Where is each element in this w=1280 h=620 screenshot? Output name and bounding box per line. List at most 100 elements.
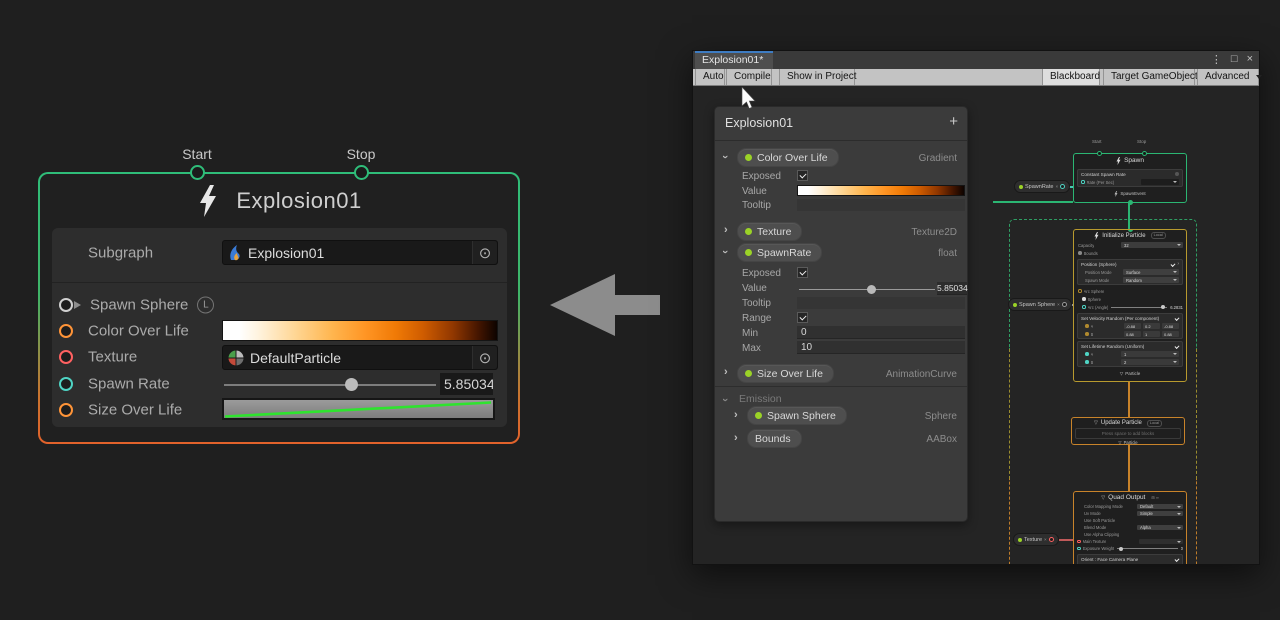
vec-y-field[interactable]: 1 xyxy=(1143,331,1160,337)
spawn-sphere-port[interactable] xyxy=(59,298,73,312)
spawn-context-node[interactable]: Spawn Constant Spawn Rate Rate (Per Sec)… xyxy=(1073,153,1187,203)
chevron-right-icon[interactable]: › xyxy=(724,367,728,377)
window-menu-icon[interactable]: ⋮ xyxy=(1211,53,1222,66)
advanced-dropdown-button[interactable]: Advanced xyxy=(1197,69,1259,85)
quad-output-node[interactable]: ▽ Quad Output ⊞ ∞ Color Mapping Mode Def… xyxy=(1073,491,1187,564)
param-pill-texture[interactable]: Texture xyxy=(737,222,802,241)
block-set-lifetime-random[interactable]: Set Lifetime Random (Uniform) A 1 B 2 xyxy=(1077,341,1183,367)
arc-angle-port[interactable] xyxy=(1082,305,1086,309)
graph-param-spawnrate[interactable]: SpawnRate × xyxy=(1014,180,1070,193)
auto-button[interactable]: Auto xyxy=(695,69,725,85)
window-close-icon[interactable]: × xyxy=(1247,53,1253,66)
chevron-down-icon[interactable]: › xyxy=(720,155,730,159)
chevron-right-icon[interactable]: › xyxy=(724,225,728,235)
min-field[interactable]: 0 xyxy=(797,326,965,339)
gradient-value-field[interactable] xyxy=(797,185,965,196)
chevron-down-icon[interactable]: › xyxy=(720,398,730,402)
setting-dropdown[interactable]: Default xyxy=(1137,504,1183,510)
block-position-sphere[interactable]: Position (Sphere) › Position Mode Surfac… xyxy=(1077,259,1183,285)
setting-dropdown[interactable]: Alpha xyxy=(1137,525,1183,531)
gradient-field[interactable] xyxy=(222,320,498,341)
object-picker-icon[interactable]: ⊙ xyxy=(472,346,497,369)
spawn-rate-slider[interactable]: 5.85034 xyxy=(222,372,498,396)
space-tag[interactable]: Local xyxy=(1147,420,1162,427)
compile-button[interactable]: Compile xyxy=(726,69,772,85)
window-maximize-icon[interactable]: □ xyxy=(1231,53,1238,66)
slider-handle[interactable] xyxy=(867,285,876,294)
chevron-right-icon[interactable]: › xyxy=(734,433,738,443)
capacity-field[interactable]: 32 xyxy=(1121,242,1183,248)
tooltip-field[interactable] xyxy=(797,297,965,309)
main-texture-field[interactable] xyxy=(1139,539,1183,544)
graph-param-spawn-sphere[interactable]: Spawn Sphere × xyxy=(1008,298,1072,311)
vec-x-field[interactable]: -0.88 xyxy=(1124,323,1141,329)
stop-flow-port[interactable] xyxy=(354,165,369,180)
bounds-port[interactable] xyxy=(1078,251,1082,255)
update-particle-node[interactable]: ▽ Update Particle Local Press space to a… xyxy=(1071,417,1185,445)
b-port[interactable] xyxy=(1085,332,1089,336)
tab-explosion01[interactable]: Explosion01* xyxy=(695,51,773,69)
object-picker-icon[interactable]: ⊙ xyxy=(472,241,497,264)
show-in-project-button[interactable]: Show in Project xyxy=(779,69,855,85)
collapse-icon[interactable]: × xyxy=(1057,302,1060,307)
collapse-icon[interactable]: × xyxy=(1044,537,1047,542)
a-port[interactable] xyxy=(1085,352,1089,356)
exposure-port[interactable] xyxy=(1077,547,1081,551)
vfx-subgraph-node[interactable]: Start Stop Explosion01 Subgraph Explosio… xyxy=(38,172,520,444)
target-gameobject-button[interactable]: Target GameObject xyxy=(1103,69,1195,85)
vec-z-field[interactable]: 0.88 xyxy=(1162,331,1179,337)
space-tag[interactable]: Local xyxy=(1151,232,1166,239)
param-pill-size-over-life[interactable]: Size Over Life xyxy=(737,364,834,383)
slider-handle[interactable] xyxy=(345,378,358,391)
spawn-mode-dropdown[interactable]: Random xyxy=(1123,277,1179,283)
param-pill-spawn-sphere[interactable]: Spawn Sphere xyxy=(747,406,847,425)
enabled-check-icon[interactable] xyxy=(1175,557,1180,562)
tooltip-field[interactable] xyxy=(797,199,965,211)
output-port[interactable] xyxy=(1062,302,1067,307)
range-checkbox[interactable] xyxy=(797,312,808,323)
expander-triangle-icon[interactable] xyxy=(74,301,81,309)
arc-sphere-port[interactable] xyxy=(1078,289,1082,293)
rate-field[interactable] xyxy=(1141,179,1179,185)
vec-x-field[interactable]: 0.88 xyxy=(1124,331,1141,337)
exposure-value[interactable]: 0 xyxy=(1181,546,1183,551)
chevron-down-icon[interactable]: › xyxy=(720,250,730,254)
sphere-port[interactable] xyxy=(1082,297,1086,301)
b-port[interactable] xyxy=(1085,360,1089,364)
main-texture-port[interactable] xyxy=(1077,540,1081,544)
param-pill-color-over-life[interactable]: Color Over Life xyxy=(737,148,839,167)
graph-param-texture[interactable]: Texture × xyxy=(1013,533,1059,546)
arc-value[interactable]: 6.2831 xyxy=(1170,305,1183,310)
a-port[interactable] xyxy=(1085,324,1089,328)
blackboard-toggle-button[interactable]: Blackboard xyxy=(1042,69,1100,85)
spawnrate-value-field[interactable]: 5.85034 xyxy=(937,282,967,295)
enabled-check-icon[interactable] xyxy=(1175,344,1180,349)
size-over-life-port[interactable] xyxy=(59,403,73,417)
vec-y-field[interactable]: 0.2 xyxy=(1143,323,1160,329)
start-flow-port[interactable] xyxy=(190,165,205,180)
enabled-check-icon[interactable] xyxy=(1171,262,1176,267)
vec-z-field[interactable]: -0.88 xyxy=(1162,323,1179,329)
graph-canvas[interactable]: Explosion01 + › Color Over Life Gradient… xyxy=(693,86,1259,564)
block-toggle[interactable] xyxy=(1175,172,1179,176)
color-over-life-port[interactable] xyxy=(59,324,73,338)
param-pill-spawnrate[interactable]: SpawnRate xyxy=(737,243,822,262)
subgraph-object-field[interactable]: Explosion01 ⊙ xyxy=(222,240,498,265)
enabled-check-icon[interactable] xyxy=(1175,316,1180,321)
slider-track[interactable] xyxy=(224,384,436,386)
collapse-icon[interactable]: × xyxy=(1055,184,1058,189)
local-space-badge[interactable]: L xyxy=(197,297,214,314)
texture-object-field[interactable]: DefaultParticle ⊙ xyxy=(222,345,498,370)
param-pill-bounds[interactable]: Bounds xyxy=(747,429,802,448)
output-port[interactable] xyxy=(1049,537,1054,542)
block-orient[interactable]: Orient : Face Camera Plane Mode Face Cam… xyxy=(1077,554,1183,564)
category-emission[interactable]: Emission xyxy=(739,393,782,405)
setting-dropdown[interactable]: Simple xyxy=(1137,511,1183,517)
curve-field[interactable] xyxy=(222,398,495,420)
stop-port[interactable] xyxy=(1142,151,1147,156)
add-parameter-button[interactable]: + xyxy=(949,113,958,130)
exposed-checkbox[interactable] xyxy=(797,267,808,278)
max-field[interactable]: 10 xyxy=(797,341,965,354)
block-constant-spawn-rate[interactable]: Constant Spawn Rate xyxy=(1078,170,1182,178)
block-set-velocity-random[interactable]: Set Velocity Random (Per component) A -0… xyxy=(1077,313,1183,339)
